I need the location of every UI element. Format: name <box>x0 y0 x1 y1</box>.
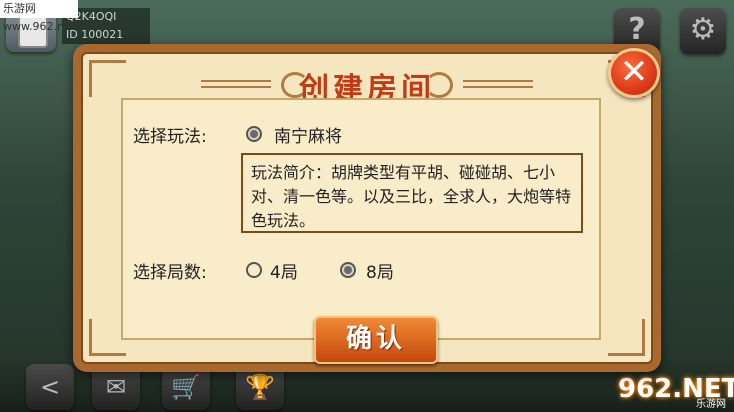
rules-description: 玩法简介：胡牌类型有平胡、碰碰胡、七小对、清一色等。以及三比，全求人，大炮等特色… <box>241 153 583 233</box>
play-mode-label: 选择玩法: <box>133 127 207 147</box>
round-option-4[interactable]: 4局 <box>270 258 298 283</box>
close-button[interactable]: ✕ <box>608 48 660 98</box>
help-icon: ? <box>628 12 646 47</box>
mail-icon: ✉ <box>105 373 127 401</box>
gear-icon: ⚙ <box>689 12 717 47</box>
cart-icon: 🛒 <box>171 373 201 401</box>
share-button[interactable]: < <box>26 364 74 410</box>
play-mode-option[interactable]: 南宁麻将 <box>274 122 342 147</box>
play-mode-radio[interactable] <box>246 126 262 142</box>
round-option-8[interactable]: 8局 <box>366 258 394 283</box>
round-radio-8[interactable] <box>340 262 356 278</box>
share-icon: < <box>39 373 61 401</box>
corner-ornament <box>608 319 645 356</box>
rounds-label: 选择局数: <box>133 263 207 283</box>
brand-logo: 962.NET 乐游网 <box>618 374 734 410</box>
brand-sub: 乐游网 <box>696 399 726 410</box>
user-id: ID 100021 <box>62 26 150 44</box>
round-radio-4[interactable] <box>246 262 262 278</box>
settings-button[interactable]: ⚙ <box>680 8 726 54</box>
trophy-icon: 🏆 <box>245 373 275 401</box>
confirm-button[interactable]: 确认 <box>314 316 438 364</box>
watermark: 乐游网 www.962.net <box>0 0 78 33</box>
close-icon: ✕ <box>619 52 649 92</box>
